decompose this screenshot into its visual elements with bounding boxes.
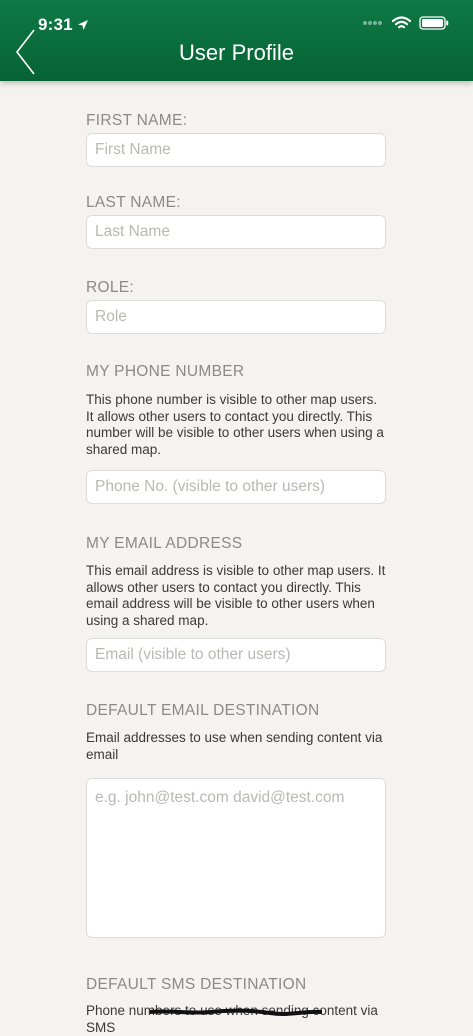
battery-icon: [419, 16, 449, 30]
last-name-input[interactable]: Last Name: [86, 215, 386, 249]
email-description: This email address is visible to other m…: [86, 563, 386, 628]
role-label: ROLE:: [86, 279, 135, 296]
default-email-textarea[interactable]: e.g. john@test.com david@test.com: [86, 778, 386, 938]
first-name-label: FIRST NAME:: [86, 112, 188, 129]
wifi-icon: [392, 16, 411, 29]
nav-bar: 9:31 User Profile: [0, 0, 473, 81]
default-sms-label: DEFAULT SMS DESTINATION: [86, 976, 307, 993]
first-name-input[interactable]: First Name: [86, 133, 386, 167]
redaction-scribble: [150, 1008, 322, 1016]
role-input[interactable]: Role: [86, 300, 386, 334]
phone-input[interactable]: Phone No. (visible to other users): [86, 470, 386, 504]
location-arrow-icon: [77, 20, 88, 30]
last-name-label: LAST NAME:: [86, 194, 181, 211]
email-label: MY EMAIL ADDRESS: [86, 535, 243, 552]
default-email-label: DEFAULT EMAIL DESTINATION: [86, 702, 320, 719]
page-title: User Profile: [179, 40, 294, 65]
email-input[interactable]: Email (visible to other users): [86, 638, 386, 672]
status-time-text: 9:31: [38, 15, 73, 34]
status-time: 9:31: [38, 15, 89, 35]
phone-label: MY PHONE NUMBER: [86, 363, 245, 380]
default-email-description: Email addresses to use when sending cont…: [86, 730, 383, 762]
status-icons: [362, 16, 449, 30]
signal-dots-icon: [363, 21, 382, 25]
phone-description: This phone number is visible to other ma…: [86, 392, 384, 457]
